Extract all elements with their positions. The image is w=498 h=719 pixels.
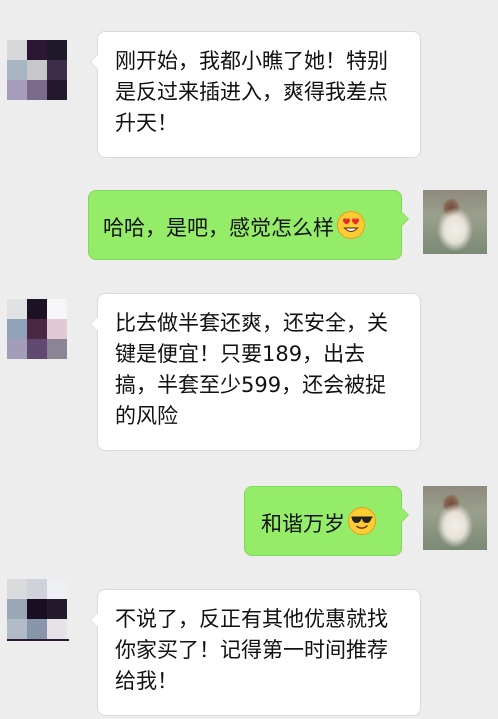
message-bubble-outgoing[interactable]: 哈哈，是吧，感觉怎么样 [88,190,409,260]
contact-avatar[interactable] [7,40,69,102]
sunglasses-emoji-icon [348,507,376,535]
my-avatar[interactable] [423,486,487,550]
message-bubble-outgoing[interactable]: 和谐万岁 [244,486,409,556]
my-avatar[interactable] [423,190,487,254]
message-text: 哈哈，是吧，感觉怎么样 [103,216,334,240]
message-bubble-incoming[interactable]: 不说了，反正有其他优惠就找你家买了！记得第一时间推荐给我！ [90,589,421,716]
message-text: 和谐万岁 [261,512,345,536]
message-bubble-incoming[interactable]: 刚开始，我都小瞧了她！特别是反过来插进入，爽得我差点升天！ [90,31,421,158]
message-text: 比去做半套还爽，还安全，关键是便宜！只要189，出去搞，半套至少599，还会被捉… [115,311,388,428]
contact-avatar[interactable] [7,299,69,361]
heart-eyes-emoji-icon [337,211,365,239]
message-bubble-incoming[interactable]: 比去做半套还爽，还安全，关键是便宜！只要189，出去搞，半套至少599，还会被捉… [90,293,421,451]
message-text: 刚开始，我都小瞧了她！特别是反过来插进入，爽得我差点升天！ [115,49,388,135]
contact-avatar[interactable] [7,579,69,641]
message-text: 不说了，反正有其他优惠就找你家买了！记得第一时间推荐给我！ [115,607,388,693]
